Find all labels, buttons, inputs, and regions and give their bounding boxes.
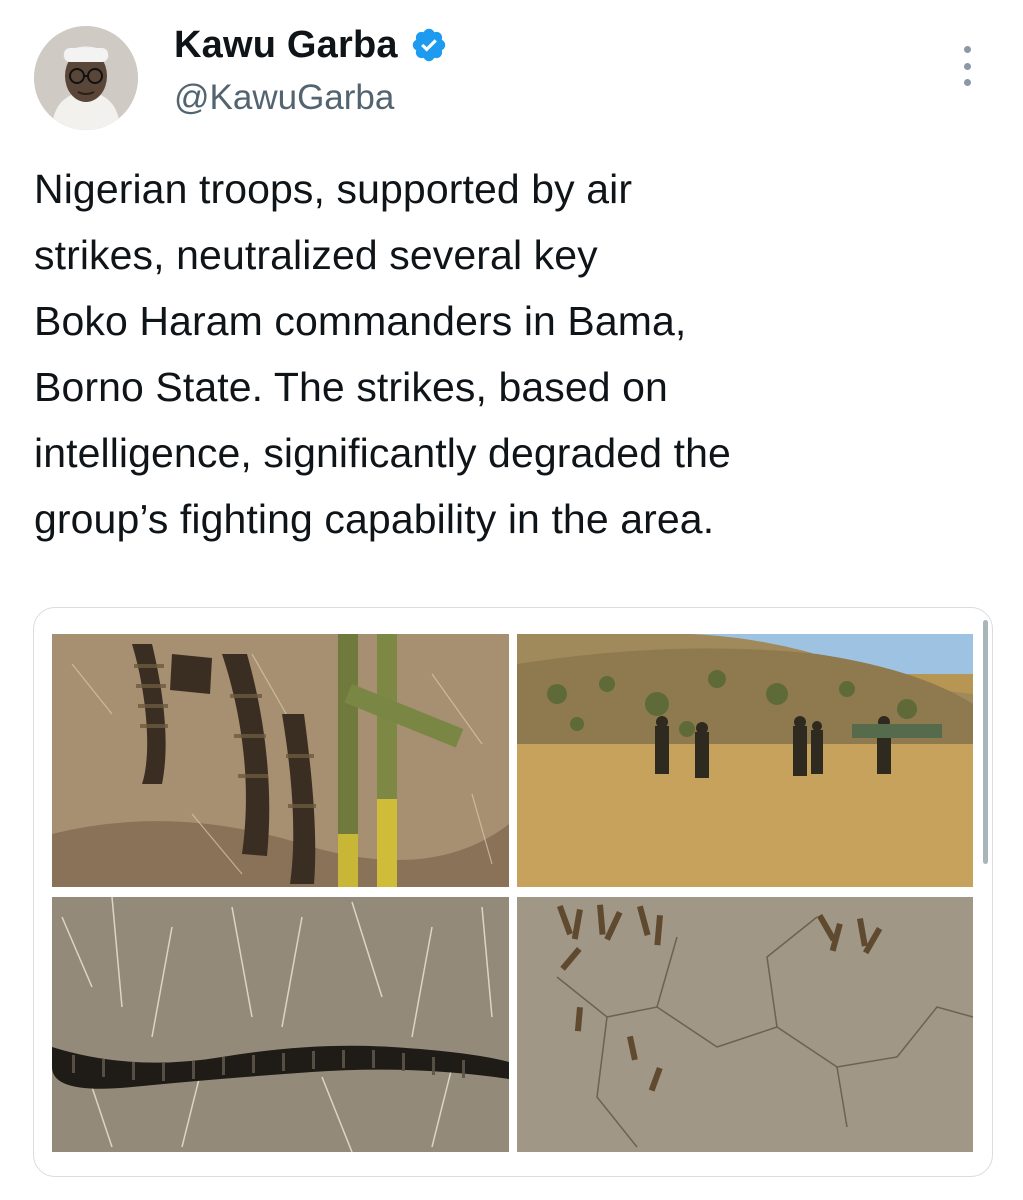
verified-badge-icon [412,28,445,62]
photo-spent-casings[interactable] [517,897,973,1152]
photo-ammunition-launchers[interactable] [52,634,509,887]
display-name[interactable]: Kawu Garba [174,22,398,68]
photo-troops-field[interactable] [517,634,973,887]
tweet-line: strikes, neutralized several key [34,232,598,278]
avatar[interactable] [34,26,138,130]
tweet-line: group’s fighting capability in the area. [34,496,715,542]
tweet-text: Nigerian troops, supported by air strike… [34,156,994,552]
tweet-line: Boko Haram commanders in Bama, [34,298,687,344]
display-name-row[interactable]: Kawu Garba [174,22,448,68]
tweet-line: Nigerian troops, supported by air [34,166,633,212]
tweet-line: Borno State. The strikes, based on [34,364,668,410]
photo-ammunition-belt-grass[interactable] [52,897,509,1152]
media-scrollbar[interactable] [983,620,988,864]
more-options-icon[interactable] [952,46,982,86]
handle[interactable]: @KawuGarba [174,76,394,120]
tweet-line: intelligence, significantly degraded the [34,430,731,476]
